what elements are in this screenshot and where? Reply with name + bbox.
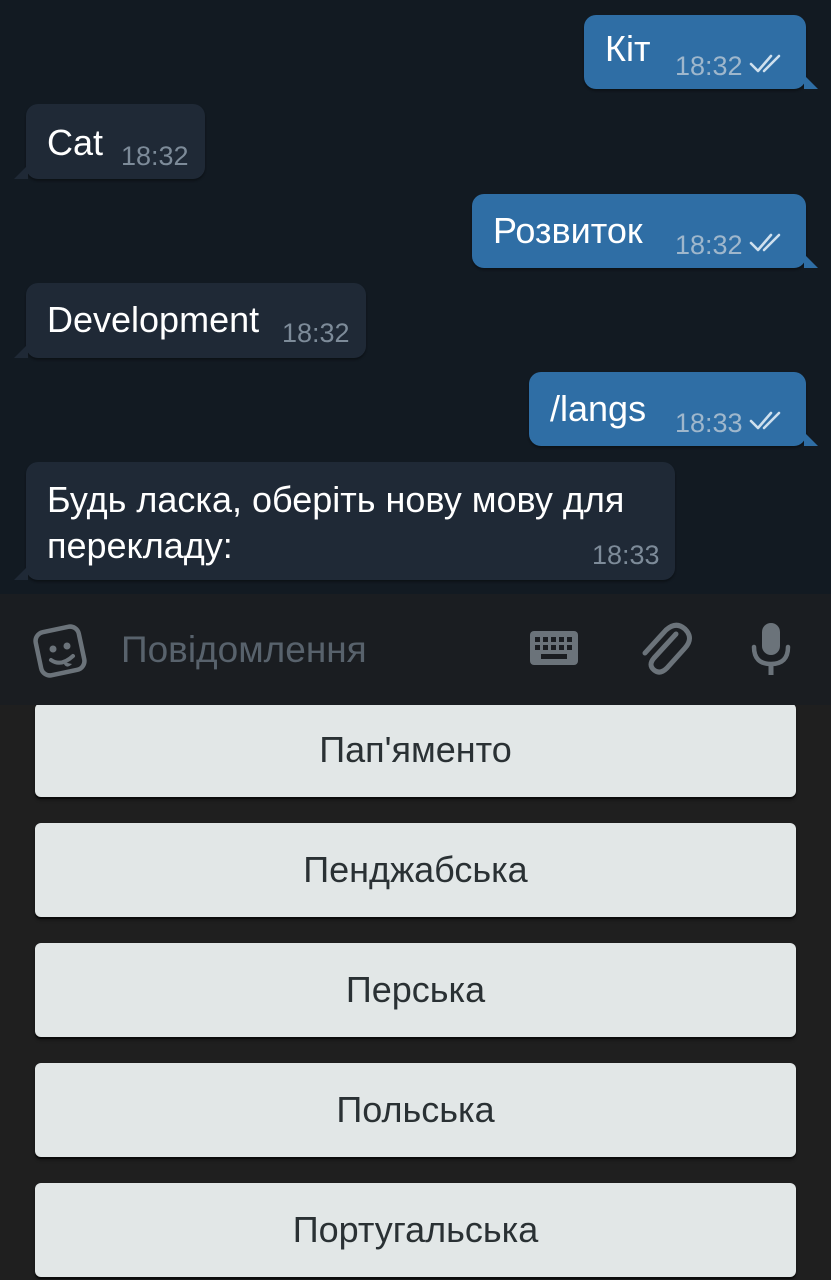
message-composer xyxy=(0,594,831,705)
reply-keyboard: Пап'яменто Пенджабська Перська Польська … xyxy=(0,705,831,1280)
message-time: 18:32 xyxy=(121,141,189,171)
keyboard-button-label: Польська xyxy=(336,1089,495,1130)
message-outgoing[interactable]: Кіт 18:32 xyxy=(584,15,818,89)
message-text-line: Будь ласка, оберіть нову мову для xyxy=(47,479,625,520)
message-outgoing[interactable]: Розвиток 18:32 xyxy=(472,194,818,268)
bubble-tail xyxy=(14,566,28,580)
keyboard-button-label: Пап'яменто xyxy=(319,729,512,770)
attach-icon[interactable] xyxy=(636,618,692,678)
message-text: Кіт xyxy=(605,28,651,69)
read-receipt-icon xyxy=(749,54,781,73)
bubble-tail xyxy=(804,75,818,89)
message-time: 18:33 xyxy=(592,540,660,570)
keyboard-button-label: Перська xyxy=(345,969,486,1010)
message-incoming[interactable]: Будь ласка, оберіть нову мову для перекл… xyxy=(14,462,675,580)
message-time: 18:32 xyxy=(282,318,350,348)
message-outgoing[interactable]: /langs 18:33 xyxy=(529,372,818,446)
keyboard-button-punjabi[interactable]: Пенджабська xyxy=(35,823,796,917)
message-incoming[interactable]: Development 18:32 xyxy=(14,283,366,358)
message-text: Cat xyxy=(47,122,104,163)
keyboard-button-label: Пенджабська xyxy=(303,849,528,890)
bubble-tail xyxy=(14,165,28,179)
keyboard-button-label: Португальська xyxy=(292,1209,539,1250)
message-time: 18:32 xyxy=(675,230,743,260)
chat-history[interactable]: Кіт 18:32 Cat 18:32 Розвиток 18:32 Devel… xyxy=(0,0,831,594)
bubble-tail xyxy=(14,344,28,358)
message-time: 18:32 xyxy=(675,51,743,81)
message-text: /langs xyxy=(550,388,647,429)
message-text: Development xyxy=(47,299,260,340)
message-text-line: перекладу: xyxy=(47,525,233,566)
telegram-chat-screen: Кіт 18:32 Cat 18:32 Розвиток 18:32 Devel… xyxy=(0,0,831,1280)
message-input[interactable] xyxy=(121,624,501,676)
sticker-icon[interactable] xyxy=(32,624,92,682)
keyboard-button-portuguese[interactable]: Португальська xyxy=(35,1183,796,1277)
mic-icon[interactable] xyxy=(750,621,792,677)
keyboard-button-polish[interactable]: Польська xyxy=(35,1063,796,1157)
read-receipt-icon xyxy=(749,411,781,430)
read-receipt-icon xyxy=(749,233,781,252)
message-time: 18:33 xyxy=(675,408,743,438)
bubble-tail xyxy=(804,432,818,446)
bubble-tail xyxy=(804,254,818,268)
message-text: Розвиток xyxy=(493,210,643,251)
message-incoming[interactable]: Cat 18:32 xyxy=(14,104,205,179)
keyboard-icon[interactable] xyxy=(530,631,578,665)
keyboard-button-papiamento[interactable]: Пап'яменто xyxy=(35,705,796,797)
keyboard-button-persian[interactable]: Перська xyxy=(35,943,796,1037)
